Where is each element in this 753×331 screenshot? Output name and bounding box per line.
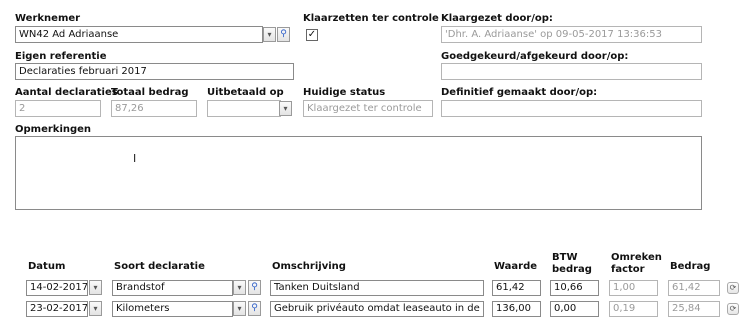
uitbetaald-label: Uitbetaald op <box>207 87 284 98</box>
omrekenfactor-field: 0,19 <box>609 301 658 317</box>
opmerkingen-textarea[interactable] <box>15 136 702 210</box>
btw-input[interactable]: 10,66 <box>550 280 599 296</box>
datum-input[interactable]: 14-02-2017 <box>26 280 88 296</box>
status-field: Klaargezet ter controle <box>303 100 433 117</box>
definitief-label: Definitief gemaakt door/op: <box>441 87 598 98</box>
definitief-field <box>441 100 702 117</box>
col-omreken-header-line2: factor <box>611 264 645 275</box>
col-omschrijving-header: Omschrijving <box>272 261 346 272</box>
refresh-icon: ⟳ <box>729 283 737 292</box>
omschrijving-input[interactable]: Gebruik privéauto omdat leaseauto in de … <box>270 301 484 317</box>
eigen-referentie-input[interactable]: Declaraties februari 2017 <box>15 63 294 80</box>
search-icon: ⚲ <box>280 29 287 39</box>
soort-select[interactable]: Brandstof <box>112 280 233 296</box>
text-cursor-icon: I <box>133 152 137 165</box>
col-waarde-header: Waarde <box>494 261 538 272</box>
totaal-field: 87,26 <box>111 100 197 117</box>
search-icon: ⚲ <box>251 303 258 313</box>
col-datum-header: Datum <box>28 261 66 272</box>
soort-search-button[interactable]: ⚲ <box>248 301 261 316</box>
werknemer-select[interactable]: WN42 Ad Adriaanse <box>15 26 263 43</box>
omrekenfactor-field: 1,00 <box>609 280 658 296</box>
aantal-label: Aantal declaraties <box>15 87 118 98</box>
waarde-input[interactable]: 61,42 <box>492 280 541 296</box>
bedrag-field: 25,84 <box>668 301 720 317</box>
btw-input[interactable]: 0,00 <box>550 301 599 317</box>
col-omreken-header-line1: Omreken <box>611 252 662 263</box>
opmerkingen-label: Opmerkingen <box>15 124 92 135</box>
eigen-referentie-label: Eigen referentie <box>15 51 107 62</box>
search-icon: ⚲ <box>251 282 258 292</box>
col-soort-header: Soort declaratie <box>114 261 205 272</box>
bedrag-field: 61,42 <box>668 280 720 296</box>
klaarzetten-checkbox[interactable]: ✓ <box>306 29 318 41</box>
row-action-button[interactable]: ⟳ <box>727 282 739 294</box>
totaal-label: Totaal bedrag <box>111 87 189 98</box>
soort-select[interactable]: Kilometers <box>112 301 233 317</box>
col-bedrag-header: Bedrag <box>670 261 711 272</box>
chevron-down-icon: ▾ <box>93 283 98 292</box>
chevron-down-icon: ▾ <box>267 30 272 39</box>
chevron-down-icon: ▾ <box>237 283 242 292</box>
col-btw-header-line1: BTW <box>552 252 578 263</box>
uitbetaald-select[interactable] <box>207 100 281 117</box>
werknemer-search-button[interactable]: ⚲ <box>277 27 290 42</box>
chevron-down-icon: ▾ <box>237 304 242 313</box>
klaargezet-field: 'Dhr. A. Adriaanse' op 09-05-2017 13:36:… <box>441 26 702 43</box>
chevron-down-icon: ▾ <box>93 304 98 313</box>
col-btw-header-line2: bedrag <box>552 264 592 275</box>
omschrijving-input[interactable]: Tanken Duitsland <box>270 280 484 296</box>
soort-search-button[interactable]: ⚲ <box>248 280 261 295</box>
goedgekeurd-field <box>441 63 702 80</box>
klaarzetten-label: Klaarzetten ter controle <box>303 13 439 24</box>
datum-dropdown-button[interactable]: ▾ <box>89 280 102 295</box>
row-action-button[interactable]: ⟳ <box>727 303 739 315</box>
aantal-field: 2 <box>15 100 101 117</box>
status-label: Huidige status <box>303 87 386 98</box>
refresh-icon: ⟳ <box>729 304 737 313</box>
goedgekeurd-label: Goedgekeurd/afgekeurd door/op: <box>441 51 629 62</box>
datum-input[interactable]: 23-02-2017 <box>26 301 88 317</box>
soort-dropdown-button[interactable]: ▾ <box>233 301 246 316</box>
chevron-down-icon: ▾ <box>283 104 288 113</box>
werknemer-label: Werknemer <box>15 13 81 24</box>
checkmark-icon: ✓ <box>307 29 317 40</box>
werknemer-dropdown-button[interactable]: ▾ <box>263 27 276 42</box>
waarde-input[interactable]: 136,00 <box>492 301 541 317</box>
klaargezet-label: Klaargezet door/op: <box>441 13 553 24</box>
soort-dropdown-button[interactable]: ▾ <box>233 280 246 295</box>
uitbetaald-dropdown-button[interactable]: ▾ <box>279 101 292 116</box>
datum-dropdown-button[interactable]: ▾ <box>89 301 102 316</box>
